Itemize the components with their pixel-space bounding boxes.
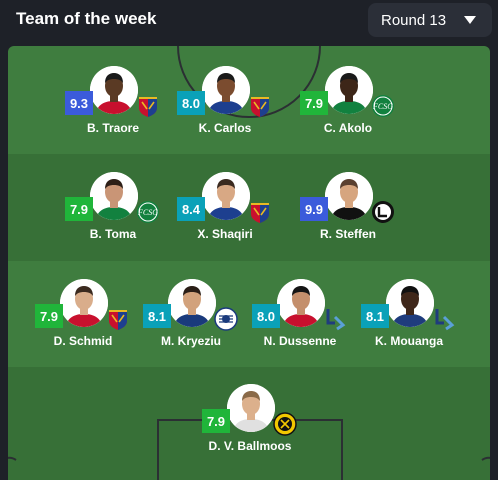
player-avatar xyxy=(90,66,138,114)
rating-badge: 8.4 xyxy=(177,197,205,221)
page-title: Team of the week xyxy=(16,9,157,28)
lausanne-logo-icon xyxy=(323,307,347,331)
player-card[interactable]: 8.0 N. Dussenne xyxy=(245,279,355,359)
rating-badge: 9.9 xyxy=(300,197,328,221)
lugano-logo-icon xyxy=(371,200,395,224)
player-name: D. V. Ballmoos xyxy=(208,439,292,453)
player-card[interactable]: 8.1 K. Mouanga xyxy=(354,279,464,359)
player-card[interactable]: 8.4 X. Shaqiri xyxy=(170,172,280,252)
lausanne-logo-icon xyxy=(432,307,456,331)
player-avatar xyxy=(325,66,373,114)
basel-logo-icon xyxy=(248,200,272,224)
pitch: 9.3 B. Traore 8.0 K. Carlos FCSG 7.9 C. Akolo F… xyxy=(8,46,490,480)
player-avatar xyxy=(168,279,216,327)
player-avatar xyxy=(202,172,250,220)
player-name: K. Carlos xyxy=(198,121,252,135)
round-dropdown[interactable]: Round 13 xyxy=(368,3,492,37)
young-boys-logo-icon xyxy=(273,412,297,436)
rating-badge: 8.0 xyxy=(177,91,205,115)
player-name: B. Traore xyxy=(86,121,140,135)
player-card[interactable]: 8.1 M. Kryeziu xyxy=(136,279,246,359)
st-gallen-logo-icon: FCSG xyxy=(371,94,395,118)
player-avatar xyxy=(277,279,325,327)
player-card[interactable]: 7.9 D. V. Ballmoos xyxy=(195,384,305,464)
svg-text:FCSG: FCSG xyxy=(372,102,393,111)
player-name: X. Shaqiri xyxy=(197,227,253,241)
player-card[interactable]: 9.9 R. Steffen xyxy=(293,172,403,252)
player-name: R. Steffen xyxy=(319,227,376,241)
player-avatar xyxy=(227,384,275,432)
player-name: K. Mouanga xyxy=(375,334,443,348)
player-avatar xyxy=(202,66,250,114)
basel-logo-icon xyxy=(106,307,130,331)
st-gallen-logo-icon: FCSG xyxy=(136,200,160,224)
player-name: B. Toma xyxy=(89,227,137,241)
round-dropdown-value: Round 13 xyxy=(381,11,447,29)
rating-badge: 7.9 xyxy=(300,91,328,115)
rating-badge: 8.1 xyxy=(143,304,171,328)
player-avatar xyxy=(60,279,108,327)
rating-badge: 9.3 xyxy=(65,91,93,115)
player-card[interactable]: FCSG 7.9 B. Toma xyxy=(58,172,168,252)
basel-logo-icon xyxy=(136,94,160,118)
fcz-logo-icon xyxy=(214,307,238,331)
player-card[interactable]: 7.9 D. Schmid xyxy=(28,279,138,359)
chevron-down-icon xyxy=(464,16,476,24)
player-card[interactable]: 9.3 B. Traore xyxy=(58,66,168,146)
rating-badge: 8.0 xyxy=(252,304,280,328)
player-avatar xyxy=(90,172,138,220)
rating-badge: 7.9 xyxy=(65,197,93,221)
rating-badge: 8.1 xyxy=(361,304,389,328)
player-name: C. Akolo xyxy=(323,121,373,135)
player-avatar xyxy=(386,279,434,327)
header: Team of the week Round 13 xyxy=(0,0,498,46)
rating-badge: 7.9 xyxy=(202,409,230,433)
basel-logo-icon xyxy=(248,94,272,118)
player-avatar xyxy=(325,172,373,220)
player-card[interactable]: FCSG 7.9 C. Akolo xyxy=(293,66,403,146)
svg-text:FCSG: FCSG xyxy=(137,208,158,217)
player-card[interactable]: 8.0 K. Carlos xyxy=(170,66,280,146)
rating-badge: 7.9 xyxy=(35,304,63,328)
